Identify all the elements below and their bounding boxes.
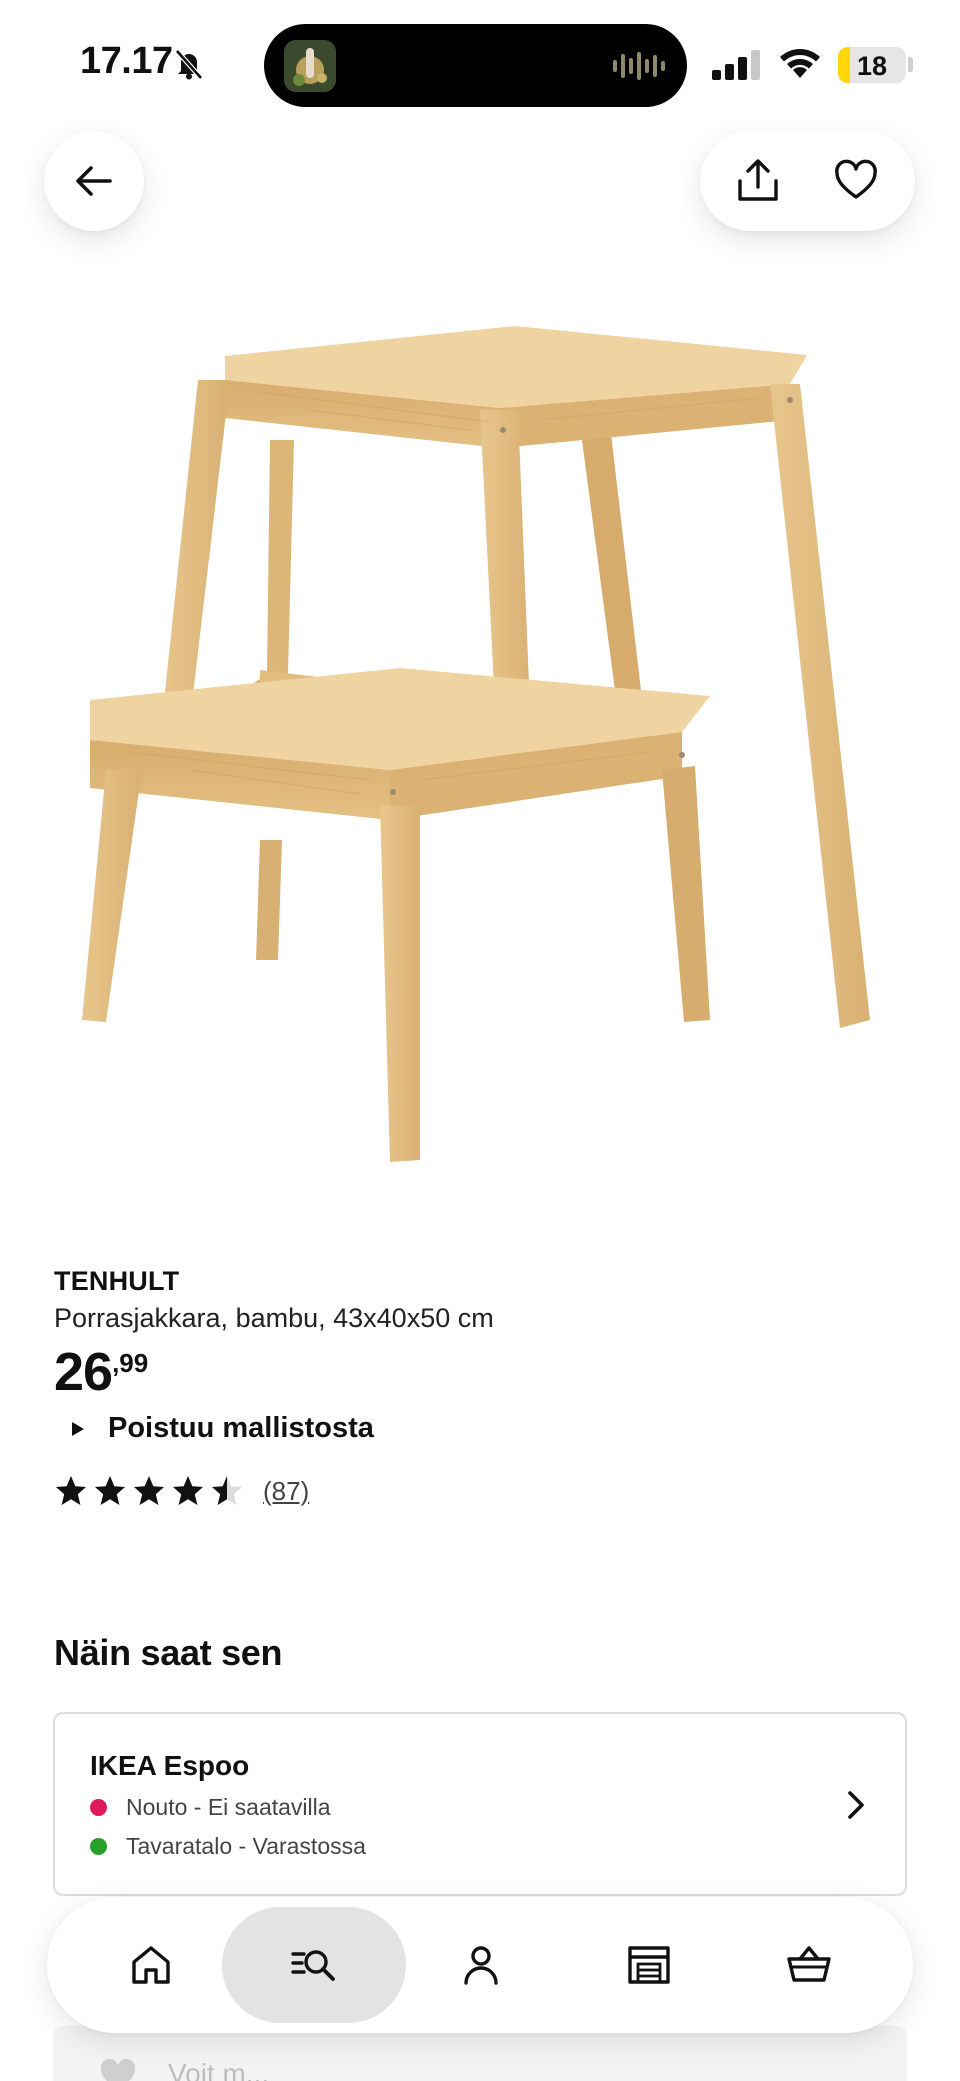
chevron-right-icon bbox=[848, 1791, 864, 1819]
rating-stars bbox=[54, 1474, 249, 1508]
star-filled-icon bbox=[173, 1476, 203, 1505]
battery-icon: 18 bbox=[838, 47, 906, 83]
review-count-link[interactable]: (87) bbox=[263, 1476, 309, 1507]
pickup-availability: Nouto - Ei saatavilla bbox=[90, 1794, 331, 1821]
store-availability-card[interactable]: IKEA Espoo Nouto - Ei saatavilla Tavarat… bbox=[53, 1712, 907, 1896]
person-icon bbox=[464, 1946, 498, 1985]
next-info-card[interactable]: Voit m... bbox=[53, 2026, 907, 2081]
status-time: 17.17 bbox=[80, 40, 173, 82]
home-icon bbox=[132, 1946, 170, 1984]
basket-icon bbox=[787, 1946, 831, 1982]
heart-icon bbox=[100, 2058, 136, 2081]
store-name: IKEA Espoo bbox=[90, 1750, 250, 1781]
back-button[interactable] bbox=[44, 131, 144, 231]
star-filled-icon bbox=[134, 1476, 164, 1505]
price-decimals: ,99 bbox=[112, 1348, 149, 1378]
product-actions bbox=[700, 131, 915, 231]
discontinued-label: Poistuu mallistosta bbox=[108, 1412, 374, 1444]
bell-slash-icon bbox=[175, 49, 203, 80]
nav-cart[interactable] bbox=[717, 1907, 901, 2023]
audio-waveform-icon bbox=[613, 52, 665, 80]
store-stock-label: Tavaratalo - Varastossa bbox=[126, 1833, 366, 1859]
delivery-section-title: Näin saat sen bbox=[54, 1632, 283, 1673]
discontinued-toggle[interactable]: Poistuu mallistosta bbox=[70, 1412, 374, 1445]
store-icon bbox=[628, 1946, 670, 1984]
status-bar: 17.17 18 bbox=[0, 0, 960, 120]
cellular-signal-icon bbox=[712, 50, 760, 80]
arrow-left-icon bbox=[76, 166, 112, 196]
share-icon bbox=[738, 159, 778, 201]
nav-profile[interactable] bbox=[389, 1907, 573, 2023]
wifi-icon bbox=[780, 49, 820, 78]
product-name: TENHULT bbox=[54, 1266, 180, 1296]
share-button[interactable] bbox=[722, 145, 794, 217]
star-filled-icon bbox=[95, 1476, 125, 1505]
dynamic-island[interactable] bbox=[264, 24, 687, 107]
product-price: 26 ,99 bbox=[54, 1342, 148, 1402]
star-filled-icon bbox=[56, 1476, 86, 1505]
favorite-button[interactable] bbox=[820, 145, 892, 217]
triangle-right-icon bbox=[72, 1421, 84, 1436]
product-image[interactable] bbox=[70, 300, 890, 1200]
pickup-availability-label: Nouto - Ei saatavilla bbox=[126, 1794, 331, 1820]
price-integer: 26 bbox=[54, 1342, 113, 1402]
battery-percent: 18 bbox=[856, 51, 888, 81]
heart-icon bbox=[835, 159, 877, 199]
product-description: Porrasjakkara, bambu, 43x40x50 cm bbox=[54, 1303, 494, 1333]
nav-home[interactable] bbox=[59, 1907, 243, 2023]
now-playing-artwork bbox=[284, 40, 336, 92]
star-half-icon bbox=[212, 1476, 242, 1505]
next-card-text: Voit m... bbox=[168, 2058, 270, 2081]
battery-nub bbox=[908, 57, 913, 72]
product-rating[interactable]: (87) bbox=[54, 1474, 309, 1508]
nav-store[interactable] bbox=[557, 1907, 741, 2023]
nav-search[interactable] bbox=[222, 1907, 406, 2023]
status-dot-in-stock bbox=[90, 1838, 107, 1855]
store-stock-availability: Tavaratalo - Varastossa bbox=[90, 1833, 366, 1860]
status-dot-unavailable bbox=[90, 1799, 107, 1816]
bottom-navigation bbox=[47, 1897, 913, 2033]
search-list-icon bbox=[291, 1950, 335, 1981]
